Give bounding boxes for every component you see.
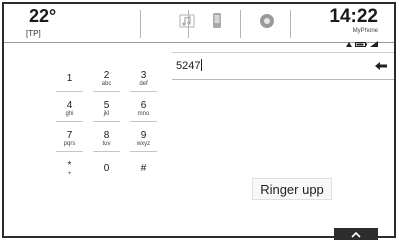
bluetooth-arrow-icon [346, 34, 352, 52]
key-letters: jkl [103, 110, 110, 117]
key-0[interactable]: 0 [88, 154, 125, 184]
key-letters: wxyz [136, 140, 151, 147]
key-5[interactable]: 5 jkl [88, 94, 125, 124]
expand-menu-button[interactable] [334, 228, 378, 240]
key-letters: pqrs [63, 140, 76, 147]
divider [188, 10, 189, 38]
key-digit: 5 [103, 99, 110, 111]
backspace-arrow-icon [375, 57, 387, 75]
key-3[interactable]: 3 def [125, 64, 162, 94]
temperature-label: 22° [29, 6, 57, 26]
key-digit: 9 [140, 129, 147, 141]
battery-icon [355, 34, 367, 52]
key-4[interactable]: 4 ghi [51, 94, 88, 124]
key-letters: def [139, 80, 148, 87]
key-letters: ghi [65, 110, 74, 117]
key-digit: 1 [66, 73, 73, 84]
divider [140, 10, 141, 38]
key-digit: 8 [103, 129, 110, 141]
status-icons [346, 34, 378, 52]
clock: 14:22 [329, 6, 378, 27]
key-6[interactable]: 6 mno [125, 94, 162, 124]
divider [240, 10, 241, 38]
key-star[interactable]: * + [51, 154, 88, 184]
mobile-phone-icon [210, 11, 224, 36]
divider [290, 10, 291, 38]
dial-keypad: 1 2 abc 3 def 4 ghi 5 jkl 6 mno 7 pqrs 8 [51, 64, 162, 184]
key-digit: # [140, 163, 147, 174]
status-bar: 22° [TP] 14:22 MyPhone [4, 4, 394, 47]
signal-strength-icon [370, 34, 378, 52]
phone-number-field[interactable]: 5247 [172, 52, 394, 80]
key-digit: 0 [103, 163, 110, 174]
screen-frame: 22° [TP] 14:22 MyPhone 1 2 abc 3 def 4 g… [2, 2, 396, 240]
traffic-program-label: [TP] [26, 29, 41, 38]
key-1[interactable]: 1 [51, 64, 88, 94]
key-8[interactable]: 8 tuv [88, 124, 125, 154]
text-cursor [201, 59, 203, 71]
backspace-button[interactable] [372, 57, 390, 75]
circle-status-icon [258, 12, 276, 35]
key-digit: 4 [66, 99, 73, 111]
key-digit: 7 [66, 129, 73, 141]
key-digit: * [67, 159, 72, 171]
status-tab[interactable] [244, 8, 290, 38]
key-hash[interactable]: # [125, 154, 162, 184]
key-letters: + [67, 170, 72, 177]
key-digit: 2 [103, 69, 110, 81]
key-9[interactable]: 9 wxyz [125, 124, 162, 154]
phone-number-value: 5247 [176, 60, 201, 72]
key-letters: abc [101, 80, 112, 87]
key-7[interactable]: 7 pqrs [51, 124, 88, 154]
phone-tab[interactable] [194, 8, 240, 38]
key-digit: 3 [140, 69, 147, 81]
key-letters: mno [137, 110, 150, 117]
key-letters: tuv [102, 140, 111, 147]
key-2[interactable]: 2 abc [88, 64, 125, 94]
call-button[interactable]: Ringer upp [252, 178, 332, 200]
chevron-up-icon [351, 225, 361, 243]
key-digit: 6 [140, 99, 147, 111]
